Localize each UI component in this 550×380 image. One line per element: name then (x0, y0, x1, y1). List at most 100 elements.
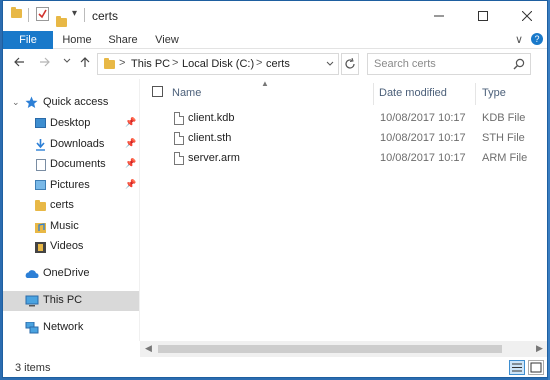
title-divider (84, 8, 85, 22)
search-icon (513, 58, 525, 70)
tab-file[interactable]: File (3, 31, 53, 49)
horizontal-scrollbar[interactable]: ◀ ▶ (140, 341, 547, 357)
column-header-name[interactable]: Name (168, 83, 374, 105)
tab-view[interactable]: View (149, 31, 185, 49)
tab-home[interactable]: Home (55, 31, 99, 49)
expand-ribbon-button[interactable]: ∨ (515, 33, 523, 46)
pin-icon[interactable]: 📌 (125, 117, 136, 128)
scroll-right-icon[interactable]: ▶ (536, 343, 543, 354)
videos-folder-icon (35, 242, 46, 253)
chevron-down-icon (326, 61, 334, 66)
ribbon-tabs: File Home Share View ∨ ? (3, 31, 547, 49)
large-icons-view-button[interactable] (528, 360, 544, 375)
search-box[interactable] (367, 53, 531, 75)
scroll-left-icon[interactable]: ◀ (145, 343, 152, 354)
nav-item-pictures[interactable]: Pictures 📌 (3, 176, 139, 196)
nav-label: This PC (43, 294, 83, 306)
large-icons-view-icon (530, 362, 542, 373)
nav-label: Documents (50, 158, 106, 170)
properties-icon[interactable] (36, 7, 49, 21)
item-count: 3 items (15, 362, 51, 374)
nav-label: Quick access (43, 96, 109, 108)
folder-icon (104, 58, 115, 69)
close-icon (522, 11, 532, 21)
nav-label: OneDrive (43, 267, 90, 279)
recent-locations-button[interactable] (59, 54, 75, 69)
file-icon (174, 112, 184, 125)
file-date: 10/08/2017 10:17 (380, 152, 466, 164)
qat-customize-icon[interactable]: ▾ (72, 8, 77, 19)
address-bar[interactable]: > This PC > Local Disk (C:) > certs (97, 53, 339, 75)
address-history-button[interactable] (326, 57, 334, 71)
column-header-label: Date modified (379, 87, 447, 99)
file-explorer-window: ▾ certs File Home Share View ∨ ? > This … (2, 0, 548, 378)
minimize-button[interactable] (417, 1, 461, 31)
file-name: client.sth (188, 132, 232, 144)
nav-label: Music (50, 220, 79, 232)
nav-item-music[interactable]: Music (3, 217, 139, 237)
nav-item-quick-access[interactable]: ⌄ Quick access (3, 93, 139, 113)
table-row[interactable]: client.sth 10/08/2017 10:17 STH File (140, 129, 547, 149)
search-input[interactable] (374, 57, 504, 71)
file-name: client.kdb (188, 112, 235, 124)
documents-folder-icon (36, 159, 46, 171)
network-icon (25, 322, 39, 334)
column-header-date-modified[interactable]: Date modified (374, 83, 476, 105)
file-date: 10/08/2017 10:17 (380, 112, 466, 124)
minimize-icon (434, 15, 444, 17)
file-type: STH File (482, 132, 525, 144)
scrollbar-thumb[interactable] (158, 345, 502, 353)
select-all-checkbox[interactable] (152, 86, 163, 97)
breadcrumb-local-disk[interactable]: Local Disk (C:) (182, 58, 254, 70)
breadcrumb-certs[interactable]: certs (266, 58, 290, 70)
downloads-folder-icon (36, 139, 45, 151)
details-view-button[interactable] (509, 360, 525, 375)
folder-icon (11, 7, 22, 18)
pin-icon[interactable]: 📌 (125, 158, 136, 169)
window-title: certs (92, 9, 119, 23)
table-row[interactable]: server.arm 10/08/2017 10:17 ARM File (140, 149, 547, 169)
nav-label: Videos (50, 240, 84, 252)
maximize-button[interactable] (461, 1, 505, 31)
nav-item-downloads[interactable]: Downloads 📌 (3, 135, 139, 155)
back-button[interactable] (11, 56, 27, 71)
new-folder-icon[interactable] (56, 16, 67, 27)
help-button[interactable]: ? (531, 33, 543, 45)
nav-item-network[interactable]: Network (3, 318, 139, 338)
back-arrow-icon (14, 57, 24, 67)
nav-item-certs[interactable]: certs (3, 196, 139, 216)
column-header-label: Name (172, 87, 202, 99)
nav-item-onedrive[interactable]: OneDrive (3, 264, 139, 284)
column-header-type[interactable]: Type (476, 83, 547, 105)
chevron-down-icon[interactable]: ⌄ (12, 97, 20, 108)
table-row[interactable]: client.kdb 10/08/2017 10:17 KDB File (140, 109, 547, 129)
column-header-label: Type (482, 87, 506, 99)
pin-icon[interactable]: 📌 (125, 179, 136, 190)
refresh-button[interactable] (341, 53, 359, 75)
address-row: > This PC > Local Disk (C:) > certs (3, 49, 547, 79)
up-arrow-icon (80, 57, 90, 67)
nav-item-videos[interactable]: Videos (3, 237, 139, 257)
file-icon (174, 152, 184, 165)
nav-label: Network (43, 321, 84, 333)
up-button[interactable] (77, 56, 93, 71)
close-button[interactable] (505, 1, 547, 31)
file-type: KDB File (482, 112, 526, 124)
forward-button[interactable] (37, 56, 53, 71)
nav-label: Downloads (50, 138, 105, 150)
computer-icon (25, 295, 39, 307)
folder-icon (35, 200, 46, 211)
desktop-folder-icon (35, 118, 46, 128)
nav-label: Pictures (50, 179, 90, 191)
breadcrumb-this-pc[interactable]: This PC (131, 58, 170, 70)
nav-item-documents[interactable]: Documents 📌 (3, 155, 139, 175)
tab-share[interactable]: Share (103, 31, 143, 49)
pin-icon[interactable]: 📌 (125, 138, 136, 149)
nav-item-desktop[interactable]: Desktop 📌 (3, 114, 139, 134)
breadcrumb-separator: > (119, 57, 126, 69)
nav-label: certs (50, 199, 74, 211)
file-icon (174, 132, 184, 145)
nav-item-this-pc[interactable]: This PC (3, 291, 139, 311)
breadcrumb-separator: > (256, 57, 263, 69)
nav-label: Desktop (50, 117, 91, 129)
